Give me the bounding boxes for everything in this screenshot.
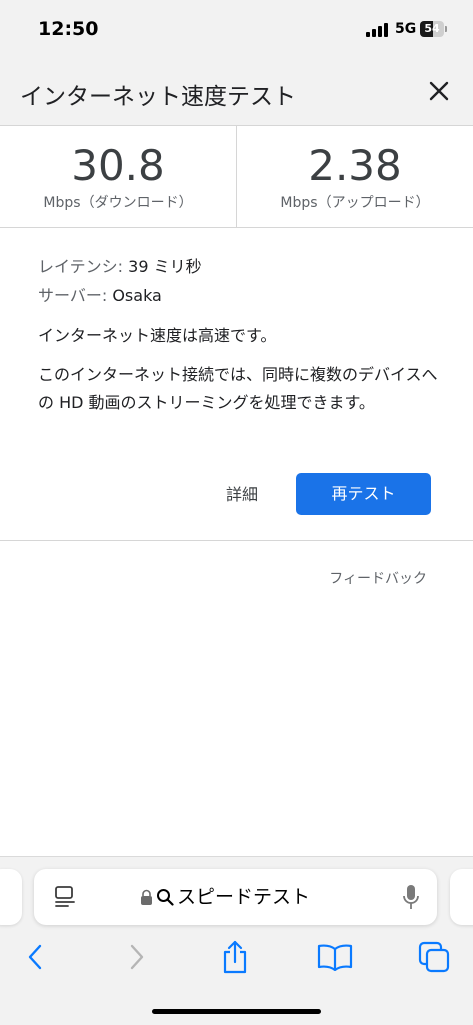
home-indicator bbox=[152, 1009, 321, 1014]
lock-icon bbox=[141, 889, 152, 905]
signal-icon bbox=[366, 23, 388, 37]
download-result: 30.8 Mbps（ダウンロード） bbox=[0, 126, 236, 227]
speed-description: このインターネット接続では、同時に複数のデバイスへの HD 動画のストリーミング… bbox=[38, 365, 438, 412]
battery-icon: 54 bbox=[420, 21, 450, 37]
mic-icon[interactable] bbox=[402, 883, 420, 911]
divider bbox=[0, 540, 473, 541]
upload-speed-value: 2.38 bbox=[308, 141, 402, 190]
status-bar: 12:50 5G 54 bbox=[0, 0, 473, 58]
battery-level: 54 bbox=[424, 22, 440, 35]
bookmarks-button[interactable] bbox=[315, 939, 355, 975]
reader-icon[interactable] bbox=[54, 885, 76, 909]
server-row: サーバー: Osaka bbox=[38, 281, 438, 310]
share-icon bbox=[223, 940, 247, 974]
status-time: 12:50 bbox=[38, 18, 99, 40]
upload-result: 2.38 Mbps（アップロード） bbox=[236, 126, 473, 227]
share-button[interactable] bbox=[215, 939, 255, 975]
tabs-button[interactable] bbox=[414, 939, 454, 975]
details-button[interactable]: 詳細 bbox=[226, 482, 258, 508]
latency-label: レイテンシ: bbox=[38, 257, 124, 276]
bookmarks-icon bbox=[317, 944, 353, 971]
feedback-link[interactable]: フィードバック bbox=[329, 568, 427, 588]
next-tab-peek[interactable] bbox=[450, 869, 473, 925]
browser-toolbar bbox=[0, 937, 473, 981]
address-bar[interactable]: スピードテスト bbox=[34, 869, 437, 925]
download-speed-value: 30.8 bbox=[71, 141, 165, 190]
close-icon[interactable] bbox=[428, 80, 450, 102]
latency-row: レイテンシ: 39 ミリ秒 bbox=[38, 252, 438, 281]
server-label: サーバー: bbox=[38, 286, 108, 305]
back-icon bbox=[28, 944, 42, 970]
back-button[interactable] bbox=[15, 939, 55, 975]
browser-bottom-bar: スピードテスト bbox=[0, 856, 473, 1025]
retest-button[interactable]: 再テスト bbox=[296, 473, 431, 515]
server-value: Osaka bbox=[112, 286, 162, 305]
search-icon bbox=[157, 889, 174, 906]
result-details: レイテンシ: 39 ミリ秒 サーバー: Osaka インターネット速度は高速です… bbox=[38, 252, 438, 417]
tabs-icon bbox=[418, 941, 450, 973]
page-title: インターネット速度テスト bbox=[20, 84, 296, 110]
latency-value: 39 ミリ秒 bbox=[128, 257, 202, 276]
forward-button[interactable] bbox=[117, 939, 157, 975]
speed-summary: インターネット速度は高速です。 bbox=[38, 326, 277, 345]
address-text: スピードテスト bbox=[177, 886, 311, 908]
forward-icon bbox=[130, 944, 144, 970]
download-speed-label: Mbps（ダウンロード） bbox=[43, 195, 193, 211]
speed-results: 30.8 Mbps（ダウンロード） 2.38 Mbps（アップロード） bbox=[0, 126, 473, 228]
network-type: 5G bbox=[395, 21, 417, 37]
upload-speed-label: Mbps（アップロード） bbox=[280, 195, 430, 211]
previous-tab-peek[interactable] bbox=[0, 869, 22, 925]
header: インターネット速度テスト bbox=[0, 58, 473, 126]
